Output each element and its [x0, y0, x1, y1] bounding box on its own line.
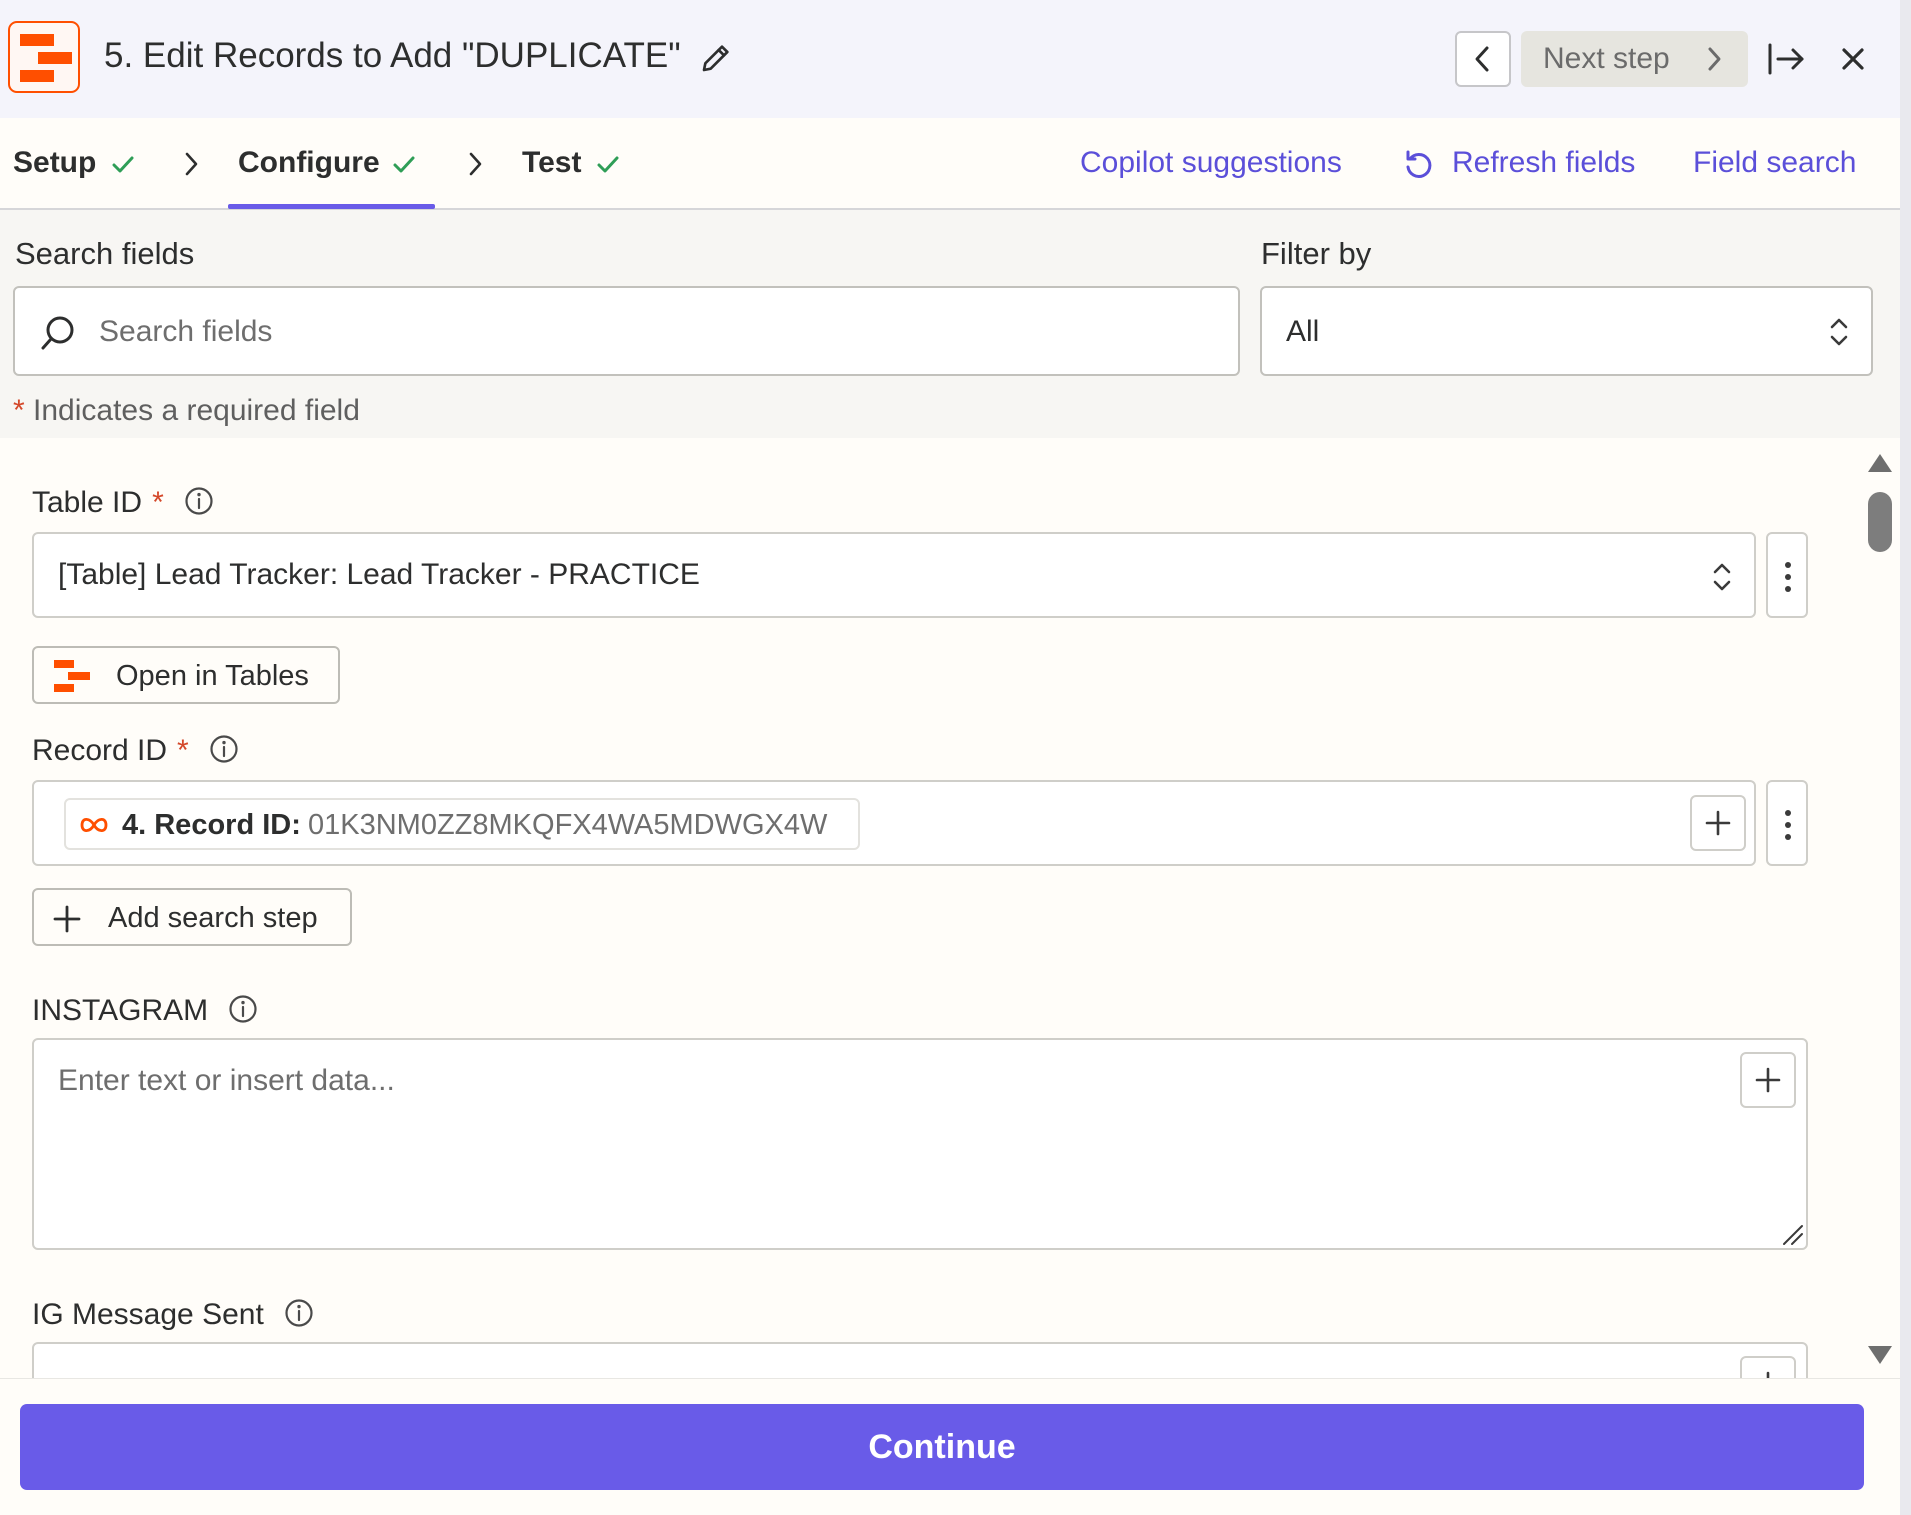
info-icon[interactable]	[209, 734, 239, 764]
window-edge	[1900, 0, 1911, 1515]
pill-value: 01K3NM0ZZ8MKQFX4WA5MDWGX4W	[308, 809, 828, 841]
filter-by-label: Filter by	[1261, 236, 1372, 271]
field-list: Table ID * [Table] Lead Tracker: Lead Tra…	[0, 438, 1860, 1378]
plus-icon	[1755, 1067, 1781, 1093]
tab-setup-label: Setup	[13, 146, 97, 179]
search-fields-label: Search fields	[15, 236, 195, 271]
loop-icon	[80, 817, 108, 833]
pencil-icon[interactable]	[700, 42, 732, 74]
table-id-label-text: Table ID	[32, 486, 143, 519]
next-step-label: Next step	[1543, 42, 1670, 75]
table-id-more-button[interactable]	[1766, 532, 1808, 618]
field-filter-panel: Search fields Filter by All * Indicates …	[0, 210, 1900, 438]
scrollbar-thumb[interactable]	[1868, 492, 1892, 552]
zapier-tables-logo	[8, 21, 80, 93]
record-id-label: Record ID *	[32, 734, 239, 768]
record-id-label-text: Record ID	[32, 734, 168, 767]
close-icon[interactable]	[1836, 42, 1870, 76]
add-search-step-button[interactable]: Add search step	[32, 888, 352, 946]
filter-by-select[interactable]: All	[1260, 286, 1873, 376]
resize-handle-icon[interactable]	[1780, 1222, 1804, 1246]
ig-message-sent-label: IG Message Sent	[32, 1298, 314, 1332]
table-id-label: Table ID *	[32, 486, 214, 520]
mapped-data-pill[interactable]: 4. Record ID: 01K3NM0ZZ8MKQFX4WA5MDWGX4W	[64, 798, 860, 850]
record-id-input[interactable]: 4. Record ID: 01K3NM0ZZ8MKQFX4WA5MDWGX4W	[32, 780, 1756, 866]
open-in-tables-label: Open in Tables	[116, 660, 309, 692]
filter-by-value: All	[1286, 315, 1320, 348]
tab-setup[interactable]: Setup	[13, 146, 134, 180]
plus-icon	[1766, 1371, 1770, 1378]
field-search-link[interactable]: Field search	[1693, 146, 1856, 180]
zapier-tables-icon	[52, 658, 92, 694]
info-icon[interactable]	[228, 994, 258, 1024]
check-icon	[112, 156, 134, 173]
table-id-select[interactable]: [Table] Lead Tracker: Lead Tracker - PRA…	[32, 532, 1756, 618]
refresh-fields-button[interactable]: Refresh fields	[1402, 146, 1635, 180]
required-note-text: Indicates a required field	[33, 394, 360, 427]
copilot-suggestions-link[interactable]: Copilot suggestions	[1080, 146, 1342, 180]
insert-data-button[interactable]	[1690, 795, 1746, 851]
step-tabs: Setup Configure Test Copilot suggestions…	[0, 118, 1900, 210]
required-star: *	[13, 394, 25, 427]
chevron-right-icon	[1708, 47, 1721, 71]
required-star: *	[177, 734, 189, 767]
step-header: 5. Edit Records to Add "DUPLICATE" Next …	[0, 0, 1911, 118]
instagram-label: INSTAGRAM	[32, 994, 258, 1028]
chevron-up-down-icon	[1830, 318, 1848, 346]
instagram-label-text: INSTAGRAM	[32, 994, 209, 1027]
required-field-note: * Indicates a required field	[13, 394, 360, 428]
search-fields-box[interactable]	[13, 286, 1240, 376]
tab-test-label: Test	[522, 146, 582, 179]
search-input[interactable]	[97, 308, 1197, 356]
instagram-placeholder: Enter text or insert data...	[58, 1064, 395, 1097]
required-star: *	[152, 486, 164, 519]
chevron-up-down-icon	[1713, 563, 1731, 591]
ig-message-sent-input[interactable]	[32, 1342, 1808, 1378]
search-icon	[41, 316, 74, 350]
chevron-left-icon	[1475, 46, 1489, 72]
table-id-value: [Table] Lead Tracker: Lead Tracker - PRA…	[58, 558, 700, 591]
collapse-panel-icon[interactable]	[1766, 40, 1806, 78]
open-in-tables-button[interactable]: Open in Tables	[32, 646, 340, 704]
tab-configure-label: Configure	[238, 146, 380, 179]
refresh-icon	[1406, 150, 1432, 178]
step-title: 5. Edit Records to Add "DUPLICATE"	[104, 36, 681, 75]
ig-message-sent-label-text: IG Message Sent	[32, 1298, 264, 1331]
insert-data-button[interactable]	[1740, 1356, 1796, 1378]
info-icon[interactable]	[284, 1298, 314, 1328]
scroll-down-arrow-icon[interactable]	[1866, 1344, 1894, 1366]
instagram-text-input[interactable]: Enter text or insert data...	[32, 1038, 1808, 1250]
chevron-right-icon	[469, 152, 482, 176]
insert-data-button[interactable]	[1740, 1052, 1796, 1108]
plus-icon	[1705, 810, 1731, 836]
record-id-more-button[interactable]	[1766, 780, 1808, 866]
check-icon	[597, 156, 619, 173]
add-search-step-label: Add search step	[108, 902, 318, 934]
check-icon	[393, 156, 415, 173]
next-step-button[interactable]: Next step	[1521, 31, 1748, 87]
active-tab-indicator	[228, 204, 435, 209]
info-icon[interactable]	[184, 486, 214, 516]
plus-icon	[53, 905, 81, 933]
footer: Continue	[0, 1378, 1911, 1515]
tab-test[interactable]: Test	[522, 146, 619, 180]
continue-button[interactable]: Continue	[20, 1404, 1864, 1490]
tab-configure[interactable]: Configure	[238, 146, 415, 180]
previous-step-button[interactable]	[1455, 31, 1511, 87]
chevron-right-icon	[185, 152, 198, 176]
refresh-fields-label: Refresh fields	[1452, 146, 1636, 179]
scroll-up-arrow-icon[interactable]	[1866, 452, 1894, 474]
pill-step-name: 4. Record ID:	[122, 809, 301, 841]
